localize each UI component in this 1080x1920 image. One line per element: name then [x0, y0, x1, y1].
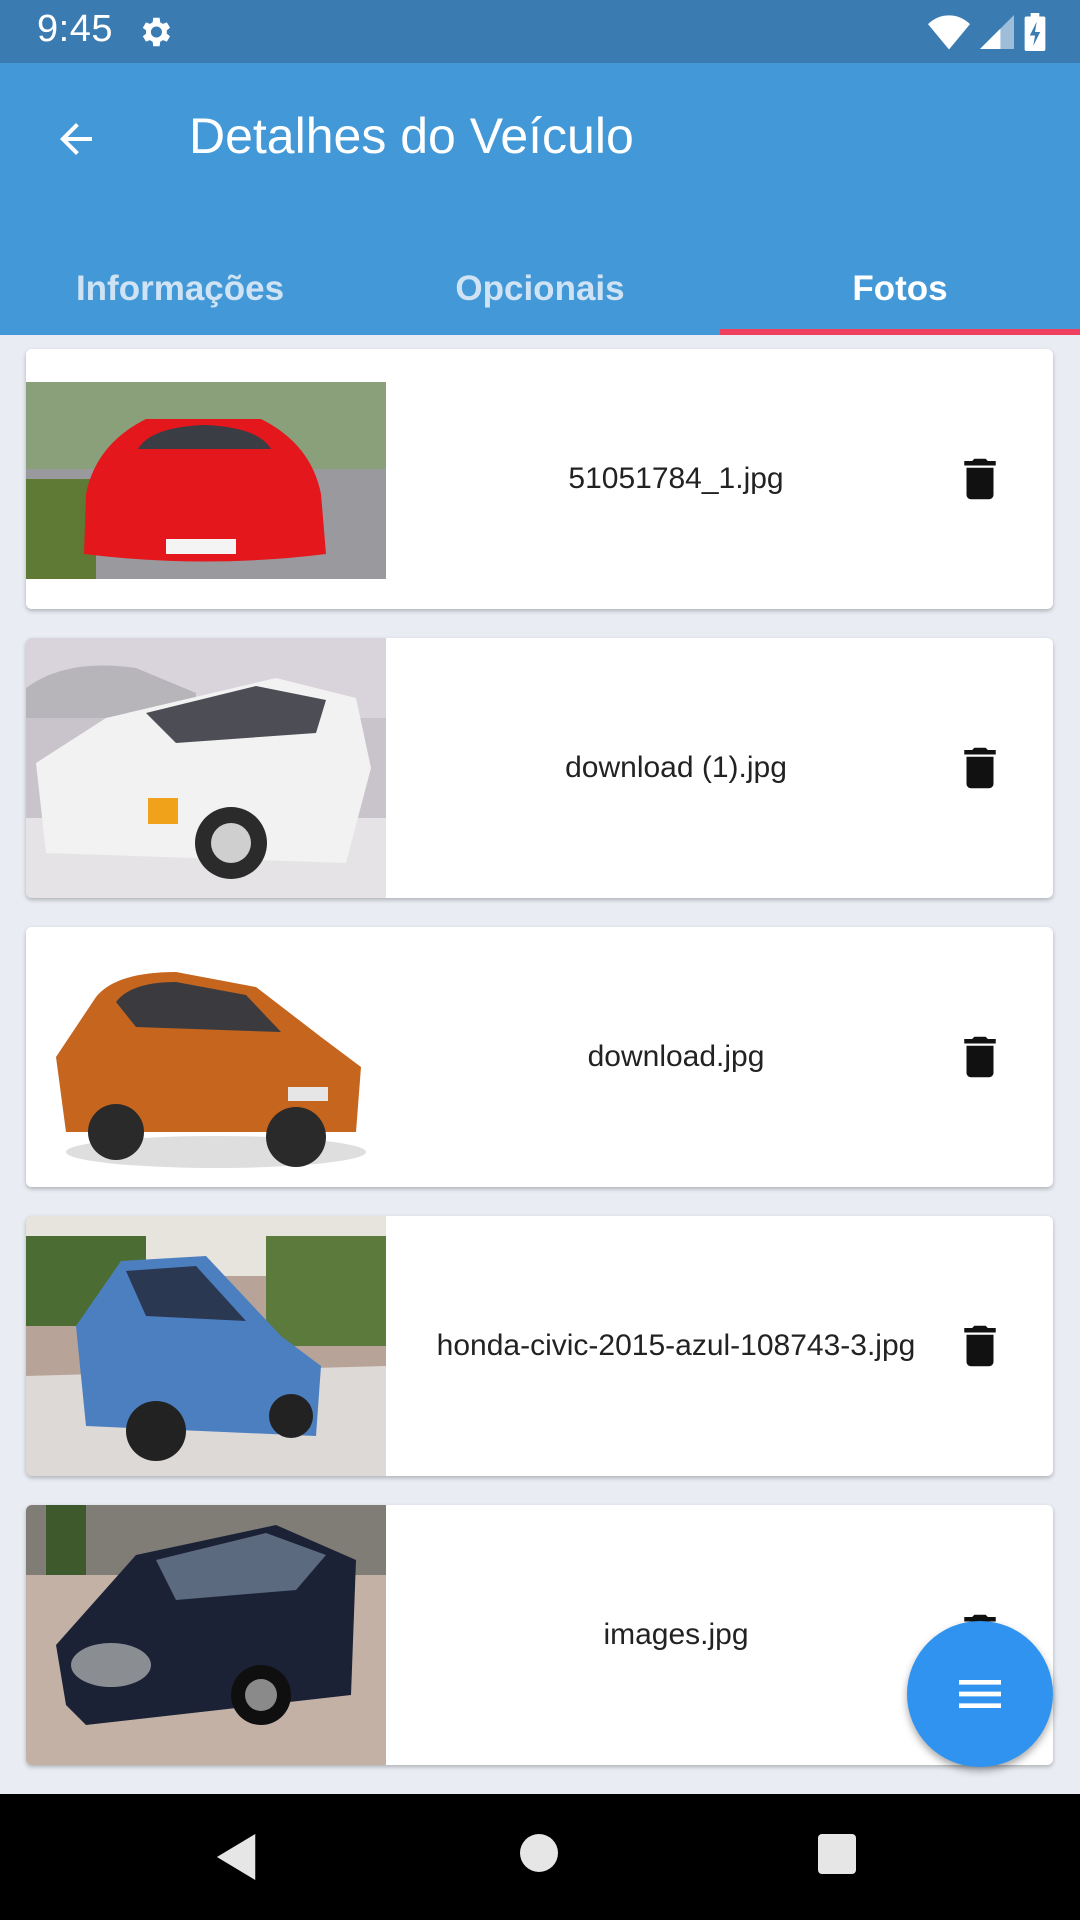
status-time: 9:45 [37, 8, 113, 50]
tab-fotos[interactable]: Fotos [720, 243, 1080, 335]
photo-card[interactable]: download.jpg [26, 927, 1053, 1187]
app-bar: Detalhes do Veículo Informações Opcionai… [0, 63, 1080, 335]
tab-bar: Informações Opcionais Fotos [0, 243, 1080, 335]
tab-opcionais[interactable]: Opcionais [360, 243, 720, 335]
photo-list: 51051784_1.jpg download (1).jpg download… [26, 349, 1053, 1794]
photo-filename: 51051784_1.jpg [568, 462, 784, 495]
menu-fab-button[interactable] [907, 1621, 1053, 1767]
system-nav-bar [0, 1794, 1080, 1920]
trash-icon[interactable] [953, 452, 1007, 506]
status-bar: 9:45 [0, 0, 1080, 63]
photo-card[interactable]: honda-civic-2015-azul-108743-3.jpg [26, 1216, 1053, 1476]
arrow-back-icon [60, 123, 92, 155]
tab-informacoes[interactable]: Informações [0, 243, 360, 335]
nav-home-icon[interactable] [520, 1834, 558, 1872]
trash-icon[interactable] [953, 1319, 1007, 1373]
photo-filename: download.jpg [587, 1040, 765, 1073]
photo-filename: honda-civic-2015-azul-108743-3.jpg [436, 1329, 916, 1362]
trash-icon[interactable] [953, 741, 1007, 795]
car-photo-thumbnail [26, 349, 386, 609]
page-title: Detalhes do Veículo [189, 108, 634, 164]
photo-card[interactable]: images.jpg [26, 1505, 1053, 1765]
gear-icon [142, 17, 171, 47]
nav-recent-apps-icon[interactable] [818, 1834, 856, 1874]
trash-icon[interactable] [953, 1030, 1007, 1084]
wifi-icon [928, 15, 970, 50]
photo-filename: download (1).jpg [565, 751, 787, 784]
car-photo-thumbnail [26, 1216, 386, 1476]
car-photo-thumbnail [26, 638, 386, 898]
photo-filename: images.jpg [603, 1618, 749, 1651]
car-photo-thumbnail [26, 927, 386, 1187]
photo-card[interactable]: 51051784_1.jpg [26, 349, 1053, 609]
nav-back-icon[interactable] [216, 1834, 260, 1880]
car-photo-thumbnail [26, 1505, 386, 1765]
signal-icon [980, 15, 1014, 49]
menu-icon [959, 1680, 1001, 1708]
back-button[interactable] [40, 103, 112, 175]
photo-card[interactable]: download (1).jpg [26, 638, 1053, 898]
battery-charging-icon [1024, 13, 1046, 51]
